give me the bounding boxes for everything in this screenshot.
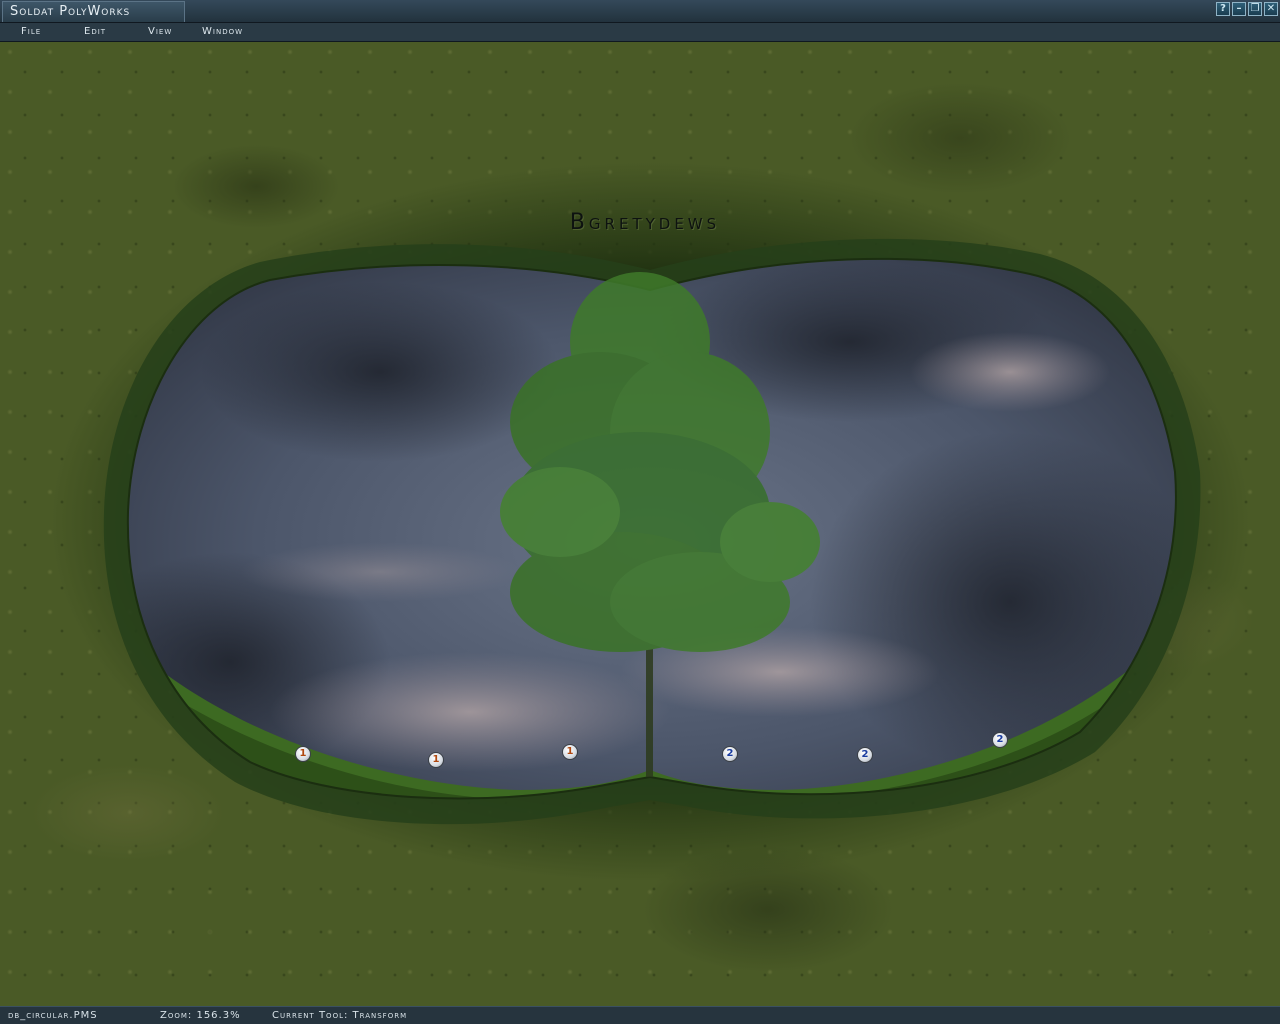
- spawn-point-team-2[interactable]: 2: [722, 746, 738, 762]
- title-bar: Soldat PolyWorks ? – ❐ ✕: [0, 0, 1280, 23]
- menu-view[interactable]: View: [148, 25, 172, 39]
- map-canvas[interactable]: Bgretydews 1 1 1 2 2 2: [0, 42, 1280, 1006]
- close-button[interactable]: ✕: [1264, 2, 1278, 16]
- help-button[interactable]: ?: [1216, 2, 1230, 16]
- menu-window[interactable]: Window: [202, 25, 243, 39]
- status-zoom: Zoom: 156.3%: [160, 1010, 241, 1021]
- menu-bar: File Edit View Window: [0, 23, 1280, 42]
- status-filename: db_circular.PMS: [8, 1010, 98, 1021]
- window-controls: ? – ❐ ✕: [1216, 2, 1278, 16]
- restore-button[interactable]: ❐: [1248, 2, 1262, 16]
- spawn-point-team-1[interactable]: 1: [428, 752, 444, 768]
- spawn-point-team-1[interactable]: 1: [562, 744, 578, 760]
- spawn-point-team-1[interactable]: 1: [295, 746, 311, 762]
- app-title-tab: Soldat PolyWorks: [2, 1, 185, 22]
- minimize-button[interactable]: –: [1232, 2, 1246, 16]
- spawn-point-team-2[interactable]: 2: [857, 747, 873, 763]
- status-current-tool: Current Tool: Transform: [272, 1010, 408, 1021]
- spawn-point-team-2[interactable]: 2: [992, 732, 1008, 748]
- menu-edit[interactable]: Edit: [84, 25, 106, 39]
- status-bar: db_circular.PMS Zoom: 156.3% Current Too…: [0, 1006, 1280, 1024]
- menu-file[interactable]: File: [21, 25, 41, 39]
- map-title-label: Bgretydews: [569, 210, 721, 235]
- map-scene: [50, 162, 1250, 882]
